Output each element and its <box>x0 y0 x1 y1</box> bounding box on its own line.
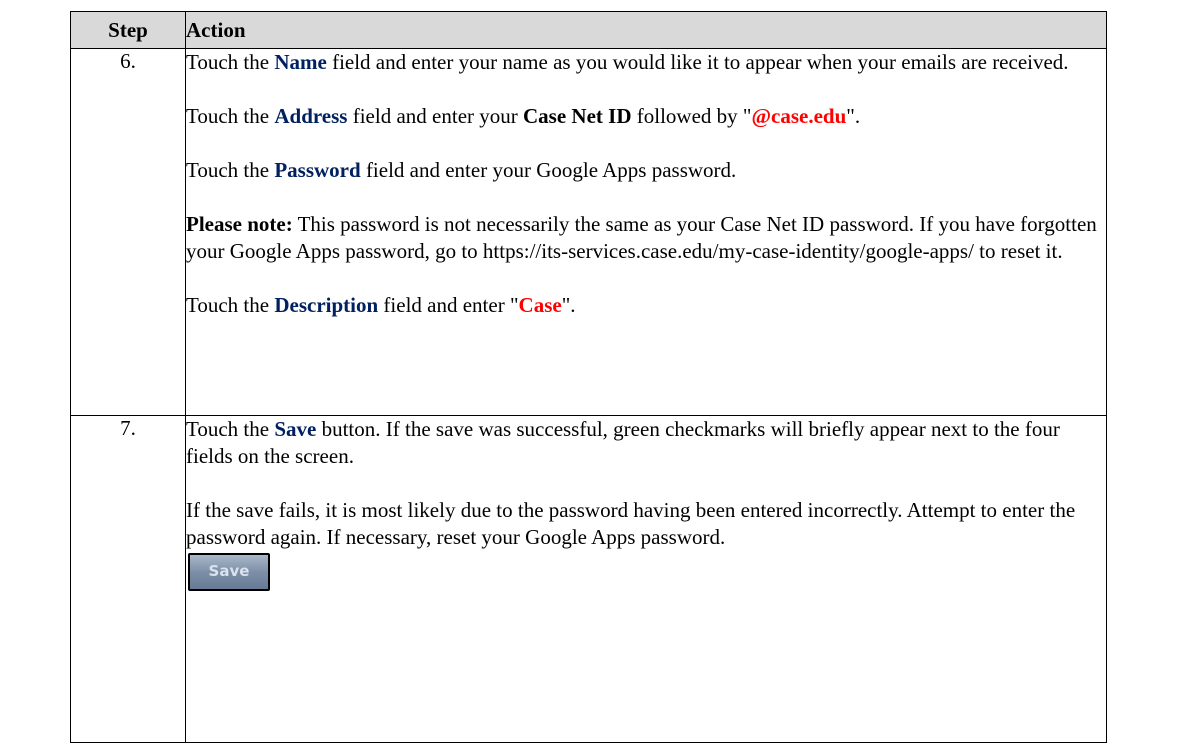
step-number: 7. <box>70 415 186 743</box>
instruction-paragraph: If the save fails, it is most likely due… <box>186 498 1076 549</box>
instruction-paragraph: Touch the Password field and enter your … <box>186 157 1106 184</box>
text: ". <box>561 293 576 317</box>
field-name: Save <box>274 417 317 441</box>
text: Touch the <box>186 417 275 441</box>
text: Touch the <box>186 158 275 182</box>
action-header: Action <box>185 11 1107 49</box>
text: field and enter your <box>347 104 524 128</box>
text: This password is not necessarily the sam… <box>186 212 1097 263</box>
text: Touch the <box>186 104 275 128</box>
text: Touch the <box>186 293 275 317</box>
text: field and enter your name as you would l… <box>326 50 1069 74</box>
instruction-table: Step Action 6. Touch the Name field and … <box>70 11 1107 743</box>
field-name: Description <box>274 293 379 317</box>
note-label: Please note: <box>186 212 293 236</box>
note-paragraph: Please note: This password is not necess… <box>186 211 1106 265</box>
step-header: Step <box>70 11 186 49</box>
field-name: Address <box>274 104 348 128</box>
text: ". <box>846 104 861 128</box>
action-cell: Touch the Name field and enter your name… <box>185 48 1107 416</box>
table-row: 7. Touch the Save button. If the save wa… <box>70 415 1107 743</box>
table-row: 6. Touch the Name field and enter your n… <box>70 48 1107 416</box>
text: Touch the <box>186 50 275 74</box>
instruction-paragraph: Touch the Description field and enter "C… <box>186 292 1106 319</box>
bold-term: Case Net ID <box>523 104 632 128</box>
field-name: Password <box>274 158 361 182</box>
text: field and enter " <box>378 293 519 317</box>
instruction-paragraph: Touch the Address field and enter your C… <box>186 103 1106 130</box>
text: button. If the save was successful, gree… <box>186 417 1060 468</box>
text: field and enter your Google Apps passwor… <box>360 158 737 182</box>
keyed-value: @case.edu <box>751 104 847 128</box>
instruction-paragraph: Touch the Name field and enter your name… <box>186 49 1106 76</box>
field-name: Name <box>274 50 327 74</box>
step-number: 6. <box>70 48 186 416</box>
instruction-paragraph: Touch the Save button. If the save was s… <box>186 416 1106 470</box>
save-button[interactable]: Save <box>188 553 270 591</box>
keyed-value: Case <box>518 293 562 317</box>
header-row: Step Action <box>70 11 1107 49</box>
text: followed by " <box>631 104 752 128</box>
action-cell: Touch the Save button. If the save was s… <box>185 415 1107 743</box>
